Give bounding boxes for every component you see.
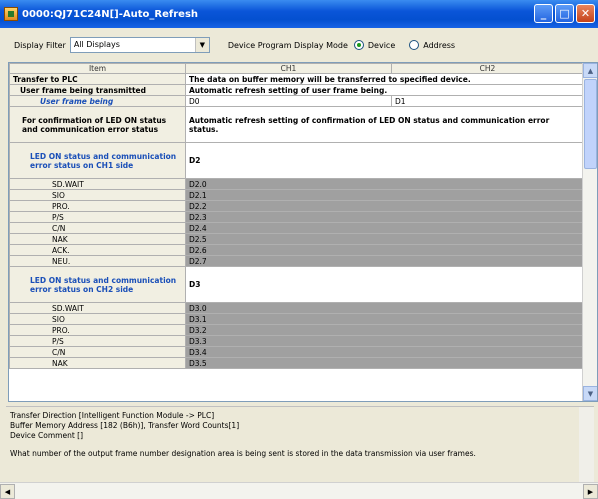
table-row[interactable]: For confirmation of LED ON status and co… [9,106,584,143]
scroll-up-icon[interactable]: ▲ [583,63,597,78]
row-item-label: NEU. [9,255,186,267]
display-mode-label: Device Program Display Mode [227,40,348,50]
scroll-left-icon[interactable]: ◀ [0,484,15,499]
row-ch1-value[interactable]: D2.6 [185,244,584,256]
table-row[interactable]: P/S D2.3 [9,211,584,223]
row-item-label: NAK [9,357,186,369]
row-ch1-value[interactable]: D3 [185,266,584,303]
table-row[interactable]: NAK D2.5 [9,233,584,245]
table-row[interactable]: C/N D2.4 [9,222,584,234]
row-ch1-value[interactable]: D2 [185,142,584,179]
row-ch1-value[interactable]: D2.3 [185,211,584,223]
row-item-label: For confirmation of LED ON status and co… [9,106,186,143]
row-item-label: SIO [9,189,186,201]
info-transfer-direction: Transfer Direction [Intelligent Function… [10,411,215,420]
maximize-button[interactable]: □ [555,4,574,23]
title-bar: 0000:QJ71C24N[]-Auto_Refresh _ □ ✕ [0,0,598,28]
table-row[interactable]: NAK D3.5 [9,357,584,369]
app-icon [4,7,18,21]
row-item-label: P/S [9,335,186,347]
row-ch1-value[interactable]: D2.7 [185,255,584,267]
display-filter-value: All Displays [73,40,120,49]
row-ch1-value[interactable]: D0 [185,95,392,107]
table-row[interactable]: NEU. D2.7 [9,255,584,267]
row-ch1-value[interactable]: D3.2 [185,324,584,336]
settings-grid: Item CH1 CH2 Transfer to PLC The data on … [8,62,598,402]
table-row[interactable]: SIO D3.1 [9,313,584,325]
table-row[interactable]: C/N D3.4 [9,346,584,358]
info-description: What number of the output frame number d… [10,449,476,458]
row-item-label: Transfer to PLC [9,73,186,85]
row-ch1-value[interactable]: D3.4 [185,346,584,358]
column-header-item[interactable]: Item [9,63,186,74]
row-item-label: PRO. [9,324,186,336]
row-item-label: ACK. [9,244,186,256]
row-item-label: User frame being [9,95,186,107]
row-ch1-value[interactable]: D3.0 [185,302,584,314]
window-title: 0000:QJ71C24N[]-Auto_Refresh [22,8,199,20]
row-item-label: User frame being transmitted [9,84,186,96]
row-ch1-value[interactable]: D2.5 [185,233,584,245]
radio-selected-icon[interactable] [353,40,364,50]
radio-icon[interactable] [409,40,420,50]
row-item-label: LED ON status and communication error st… [9,266,186,303]
table-row[interactable]: SIO D2.1 [9,189,584,201]
row-item-label: SD.WAIT [9,302,186,314]
row-ch1-value[interactable]: D3.1 [185,313,584,325]
display-filter-label: Display Filter [14,40,66,50]
info-buffer-address: Buffer Memory Address [182 (B6h)], Trans… [10,421,240,430]
row-item-label: LED ON status and communication error st… [9,142,186,179]
row-item-label: NAK [9,233,186,245]
table-row[interactable]: Transfer to PLC The data on buffer memory… [9,73,584,85]
grid-vertical-scrollbar[interactable]: ▲ ▼ [582,63,597,401]
column-header-ch1[interactable]: CH1 [185,63,392,74]
table-row[interactable]: PRO. D2.2 [9,200,584,212]
scroll-thumb[interactable] [584,79,597,169]
minimize-button[interactable]: _ [534,4,553,23]
table-row[interactable]: SD.WAIT D2.0 [9,178,584,190]
row-ch1-value[interactable]: D2.2 [185,200,584,212]
scroll-down-icon[interactable]: ▼ [583,386,597,401]
row-item-label: C/N [9,222,186,234]
row-ch1-value[interactable]: Automatic refresh setting of user frame … [185,84,584,96]
row-ch1-value[interactable]: D3.3 [185,335,584,347]
close-button[interactable]: ✕ [576,4,595,23]
row-item-label: P/S [9,211,186,223]
row-ch1-value[interactable]: The data on buffer memory will be transf… [185,73,584,85]
table-row[interactable]: P/S D3.3 [9,335,584,347]
row-item-label: C/N [9,346,186,358]
description-panel: Transfer Direction [Intelligent Function… [6,406,594,483]
table-row[interactable]: LED ON status and communication error st… [9,266,584,303]
table-row[interactable]: User frame being transmitted Automatic re… [9,84,584,96]
mode-device-radio[interactable]: Device [353,40,395,50]
row-ch1-value[interactable]: D3.5 [185,357,584,369]
table-row[interactable]: PRO. D3.2 [9,324,584,336]
table-row[interactable]: SD.WAIT D3.0 [9,302,584,314]
table-row[interactable]: ACK. D2.6 [9,244,584,256]
display-filter-select[interactable]: All Displays ▼ [69,37,210,53]
dropdown-arrow-icon[interactable]: ▼ [194,38,209,52]
horizontal-scrollbar[interactable]: ◀ ▶ [0,482,598,499]
row-ch1-value[interactable]: D2.1 [185,189,584,201]
row-item-label: SIO [9,313,186,325]
table-row[interactable]: LED ON status and communication error st… [9,142,584,179]
info-vertical-scrollbar[interactable] [579,407,594,483]
scroll-right-icon[interactable]: ▶ [583,484,598,499]
row-ch1-value[interactable]: D2.0 [185,178,584,190]
row-item-label: SD.WAIT [9,178,186,190]
row-item-label: PRO. [9,200,186,212]
row-ch1-value[interactable]: D2.4 [185,222,584,234]
table-row[interactable]: User frame being D0 D1 [9,95,584,107]
filter-bar: Display Filter All Displays ▼ Device Pro… [0,28,598,62]
mode-address-radio[interactable]: Address [409,40,455,50]
info-device-comment: Device Comment [] [10,431,84,440]
settings-table: Item CH1 CH2 Transfer to PLC The data on … [9,63,584,369]
row-ch2-value[interactable]: D1 [391,95,584,107]
row-ch1-value[interactable]: Automatic refresh setting of confirmatio… [185,106,584,143]
column-header-ch2[interactable]: CH2 [391,63,584,74]
